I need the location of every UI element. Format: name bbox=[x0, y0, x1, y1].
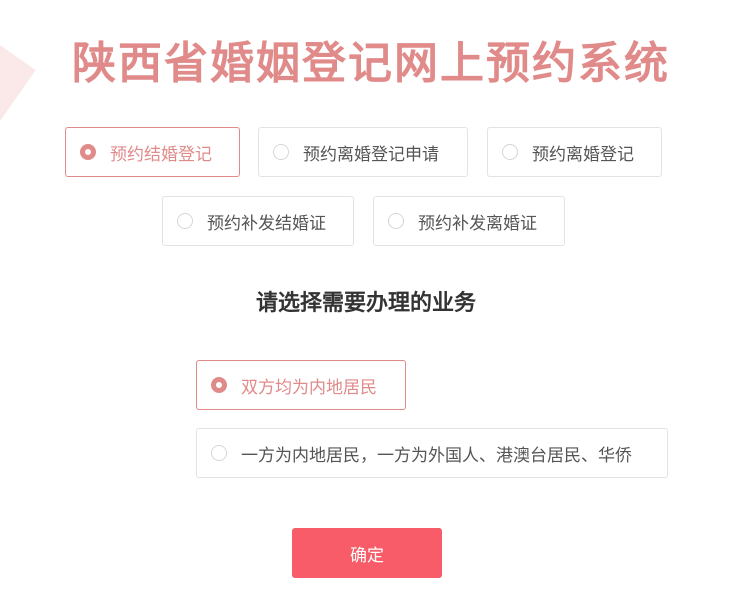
option-label: 预约补发结婚证 bbox=[207, 213, 326, 234]
option-one-mainland-one-foreign[interactable]: 一方为内地居民，一方为外国人、港澳台居民、华侨 bbox=[196, 428, 668, 478]
radio-selected-icon bbox=[211, 377, 227, 393]
radio-empty-icon bbox=[502, 144, 518, 160]
option-reissue-divorce-certificate[interactable]: 预约补发离婚证 bbox=[373, 196, 565, 246]
option-marriage-registration[interactable]: 预约结婚登记 bbox=[65, 127, 240, 177]
option-label: 预约补发离婚证 bbox=[418, 213, 537, 234]
option-divorce-application[interactable]: 预约离婚登记申请 bbox=[258, 127, 468, 177]
radio-empty-icon bbox=[388, 213, 404, 229]
confirm-button[interactable]: 确定 bbox=[292, 528, 442, 578]
option-label: 预约结婚登记 bbox=[110, 144, 212, 165]
option-divorce-registration[interactable]: 预约离婚登记 bbox=[487, 127, 662, 177]
option-reissue-marriage-certificate[interactable]: 预约补发结婚证 bbox=[162, 196, 354, 246]
option-label: 一方为内地居民，一方为外国人、港澳台居民、华侨 bbox=[241, 445, 632, 466]
option-label: 预约离婚登记 bbox=[532, 144, 634, 165]
radio-selected-icon bbox=[80, 144, 96, 160]
radio-empty-icon bbox=[273, 144, 289, 160]
option-label: 双方均为内地居民 bbox=[241, 377, 377, 398]
business-heading: 请选择需要办理的业务 bbox=[255, 291, 476, 316]
radio-empty-icon bbox=[177, 213, 193, 229]
option-both-mainland[interactable]: 双方均为内地居民 bbox=[196, 360, 406, 410]
page-title: 陕西省婚姻登记网上预约系统 bbox=[72, 38, 670, 89]
option-label: 预约离婚登记申请 bbox=[303, 144, 439, 165]
radio-empty-icon bbox=[211, 445, 227, 461]
